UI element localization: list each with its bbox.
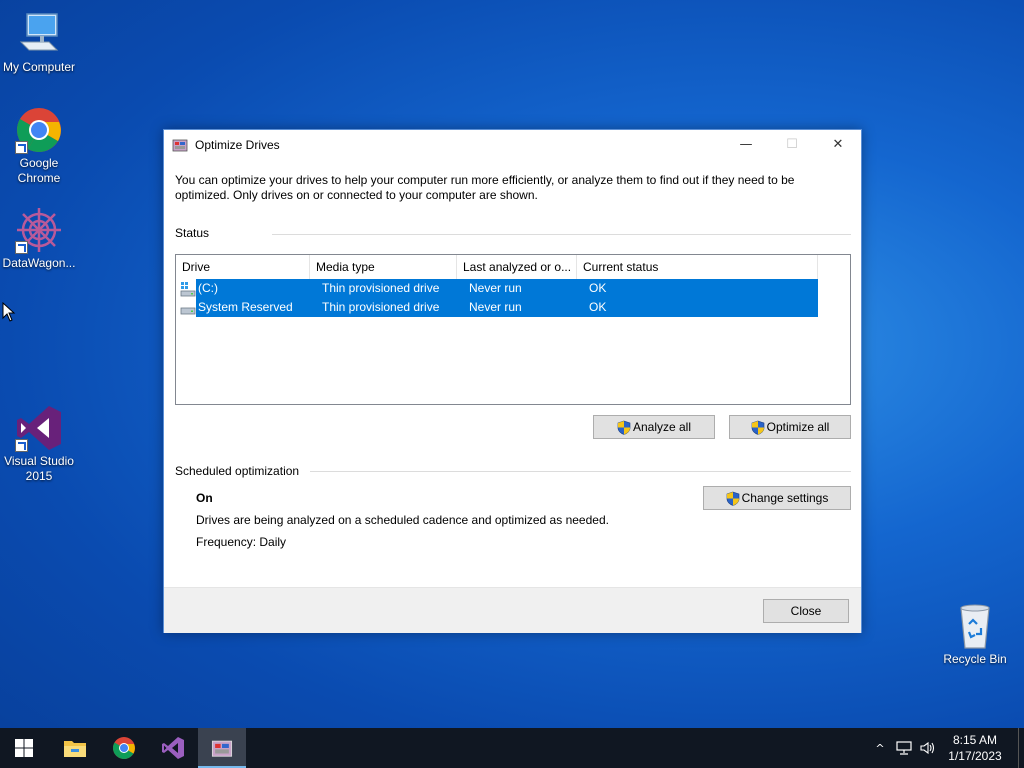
recycle-bin-icon (951, 602, 999, 650)
drive-row-c[interactable]: (C:) Thin provisioned drive Never run OK (176, 279, 850, 298)
window-content: You can optimize your drives to help you… (164, 159, 861, 633)
shortcut-arrow-icon (15, 439, 28, 452)
scheduled-optimization-label: Scheduled optimization (175, 464, 300, 478)
desktop-icon-datawagon[interactable]: DataWagon... (0, 206, 78, 271)
taskbar-clock[interactable]: 8:15 AM 1/17/2023 (940, 732, 1010, 764)
drive-last-analyzed: Never run (469, 300, 522, 314)
drive-icon (180, 307, 196, 315)
drive-media-type: Thin provisioned drive (322, 300, 440, 314)
system-tray: ^ 8:15 AM 1/17/2023 (868, 728, 1024, 768)
change-settings-label: Change settings (741, 491, 829, 505)
drives-list[interactable]: Drive Media type Last analyzed or o... C… (175, 254, 851, 405)
drive-last-analyzed: Never run (469, 281, 522, 295)
dialog-footer: Close (164, 587, 861, 633)
title-bar[interactable]: Optimize Drives — ☐ ✕ (164, 130, 861, 159)
analyze-all-button[interactable]: Analyze all (593, 415, 715, 439)
computer-icon (15, 10, 63, 58)
taskbar: ^ 8:15 AM 1/17/2023 (0, 728, 1024, 768)
column-header-media-type[interactable]: Media type (310, 255, 457, 279)
desktop-icon-label: DataWagon... (2, 256, 76, 270)
chrome-icon (113, 737, 135, 759)
scheduled-separator (310, 471, 851, 472)
drive-name: (C:) (198, 281, 218, 295)
drive-name: System Reserved (198, 300, 293, 314)
visual-studio-icon (15, 404, 63, 452)
windows-logo-icon (15, 739, 33, 757)
shortcut-arrow-icon (15, 241, 28, 254)
drive-current-status: OK (589, 281, 607, 295)
taskbar-file-explorer[interactable] (51, 728, 99, 768)
windows-drive-icon (180, 282, 196, 297)
desktop-icon-my-computer[interactable]: My Computer (0, 10, 78, 75)
desktop-icon-label: Visual Studio 2015 (4, 454, 74, 483)
taskbar-optimize-drives[interactable] (198, 728, 246, 768)
uac-shield-icon (726, 491, 739, 506)
taskbar-chrome[interactable] (100, 728, 148, 768)
volume-icon[interactable] (916, 728, 940, 768)
datawagon-icon (15, 206, 63, 254)
show-desktop-button[interactable] (1018, 728, 1024, 768)
drive-media-type: Thin provisioned drive (322, 281, 440, 295)
clock-time: 8:15 AM (952, 733, 998, 747)
chrome-icon (15, 106, 63, 154)
optimize-drives-app-icon (172, 139, 188, 151)
optimize-all-button[interactable]: Optimize all (729, 415, 851, 439)
taskbar-visual-studio[interactable] (149, 728, 197, 768)
visual-studio-icon (162, 737, 184, 759)
uac-shield-icon (617, 420, 631, 435)
status-label: Status (175, 226, 210, 240)
desktop-icon-google-chrome[interactable]: Google Chrome (0, 106, 78, 186)
show-hidden-icons-chevron-icon[interactable]: ^ (868, 728, 892, 768)
optimize-drives-window: Optimize Drives — ☐ ✕ You can optimize y… (163, 129, 862, 633)
mouse-cursor-icon (2, 302, 16, 322)
close-button[interactable]: Close (763, 599, 849, 623)
minimize-button[interactable]: — (723, 130, 769, 159)
optimize-all-label: Optimize all (766, 420, 830, 434)
drive-row-system-reserved[interactable]: System Reserved Thin provisioned drive N… (176, 298, 850, 317)
folder-icon (64, 741, 86, 757)
column-header-current-status[interactable]: Current status (577, 255, 818, 279)
uac-shield-icon (751, 420, 764, 435)
desktop-icon-label: My Computer (2, 60, 76, 74)
desktop-icon-label: Recycle Bin (943, 652, 1007, 666)
status-separator (272, 234, 851, 235)
window-title: Optimize Drives (195, 137, 280, 152)
desktop-icon-recycle-bin[interactable]: Recycle Bin (936, 602, 1014, 667)
column-header-drive[interactable]: Drive (176, 255, 310, 279)
maximize-button: ☐ (786, 137, 798, 152)
analyze-all-label: Analyze all (632, 420, 692, 434)
clock-date: 1/17/2023 (948, 749, 1002, 763)
intro-text: You can optimize your drives to help you… (175, 173, 795, 202)
schedule-description: Drives are being analyzed on a scheduled… (196, 513, 609, 527)
close-window-button[interactable]: ✕ (815, 130, 861, 159)
network-icon[interactable] (892, 728, 916, 768)
optimize-drives-app-icon (211, 740, 233, 757)
column-header-last-analyzed[interactable]: Last analyzed or o... (457, 255, 577, 279)
drive-current-status: OK (589, 300, 607, 314)
change-settings-button[interactable]: Change settings (703, 486, 851, 510)
drives-list-header: Drive Media type Last analyzed or o... C… (176, 255, 850, 279)
desktop-icon-label: Google Chrome (17, 156, 61, 185)
schedule-frequency: Frequency: Daily (196, 535, 287, 549)
desktop-icon-visual-studio[interactable]: Visual Studio 2015 (0, 404, 78, 484)
shortcut-arrow-icon (15, 141, 28, 154)
start-button[interactable] (0, 728, 48, 768)
schedule-state: On (196, 491, 213, 505)
